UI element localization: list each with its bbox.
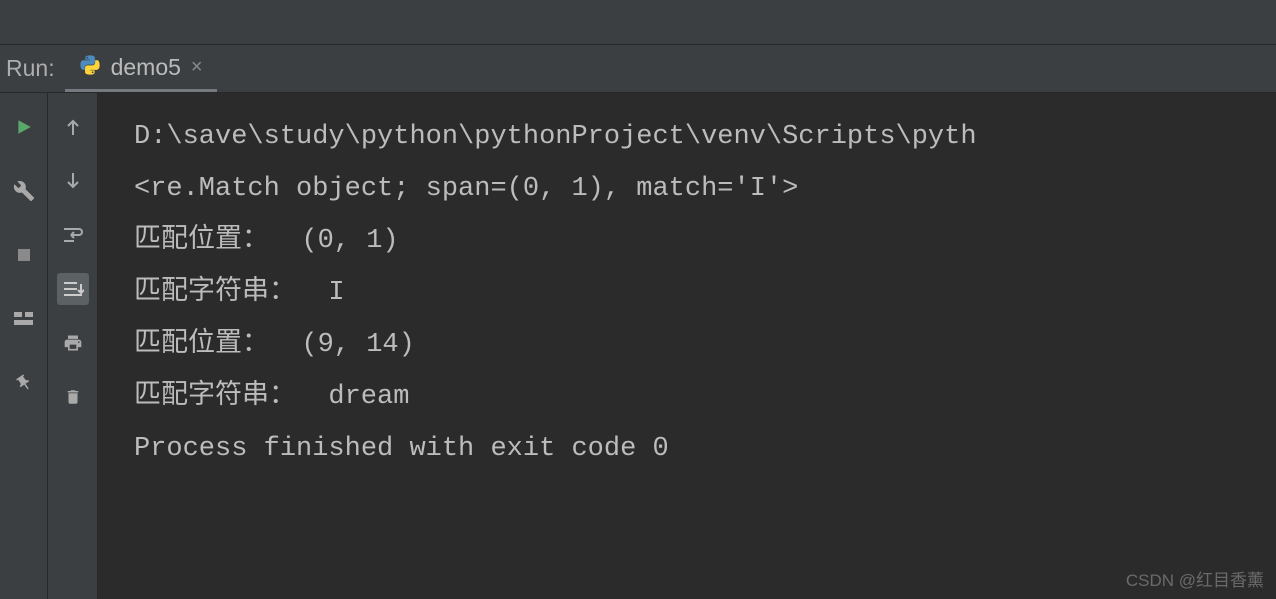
toolbar-column [0,93,48,599]
window-top-bar [0,0,1276,45]
console-line: Process finished with exit code 0 [134,423,1276,475]
soft-wrap-button[interactable] [57,219,89,251]
run-panel-label: Run: [0,55,65,82]
console-line: <re.Match object; span=(0, 1), match='I'… [134,163,1276,215]
run-header: Run: demo5 × [0,45,1276,93]
stop-button[interactable] [8,239,40,271]
python-icon [79,54,101,81]
close-icon[interactable]: × [191,56,203,79]
console-output[interactable]: D:\save\study\python\pythonProject\venv\… [98,93,1276,599]
console-line: D:\save\study\python\pythonProject\venv\… [134,111,1276,163]
delete-button[interactable] [57,381,89,413]
nav-column [48,93,98,599]
layout-button[interactable] [8,303,40,335]
console-line: 匹配位置： (9, 14) [134,319,1276,371]
console-line: 匹配位置： (0, 1) [134,215,1276,267]
console-line: 匹配字符串： dream [134,371,1276,423]
scroll-down-button[interactable] [57,165,89,197]
main-area: D:\save\study\python\pythonProject\venv\… [0,93,1276,599]
rerun-button[interactable] [8,111,40,143]
watermark: CSDN @红目香薰 [1126,566,1264,591]
wrench-button[interactable] [8,175,40,207]
print-button[interactable] [57,327,89,359]
scroll-up-button[interactable] [57,111,89,143]
console-line: 匹配字符串： I [134,267,1276,319]
pin-button[interactable] [8,367,40,399]
run-tab[interactable]: demo5 × [65,45,217,92]
tab-label: demo5 [111,54,181,81]
scroll-to-end-button[interactable] [57,273,89,305]
